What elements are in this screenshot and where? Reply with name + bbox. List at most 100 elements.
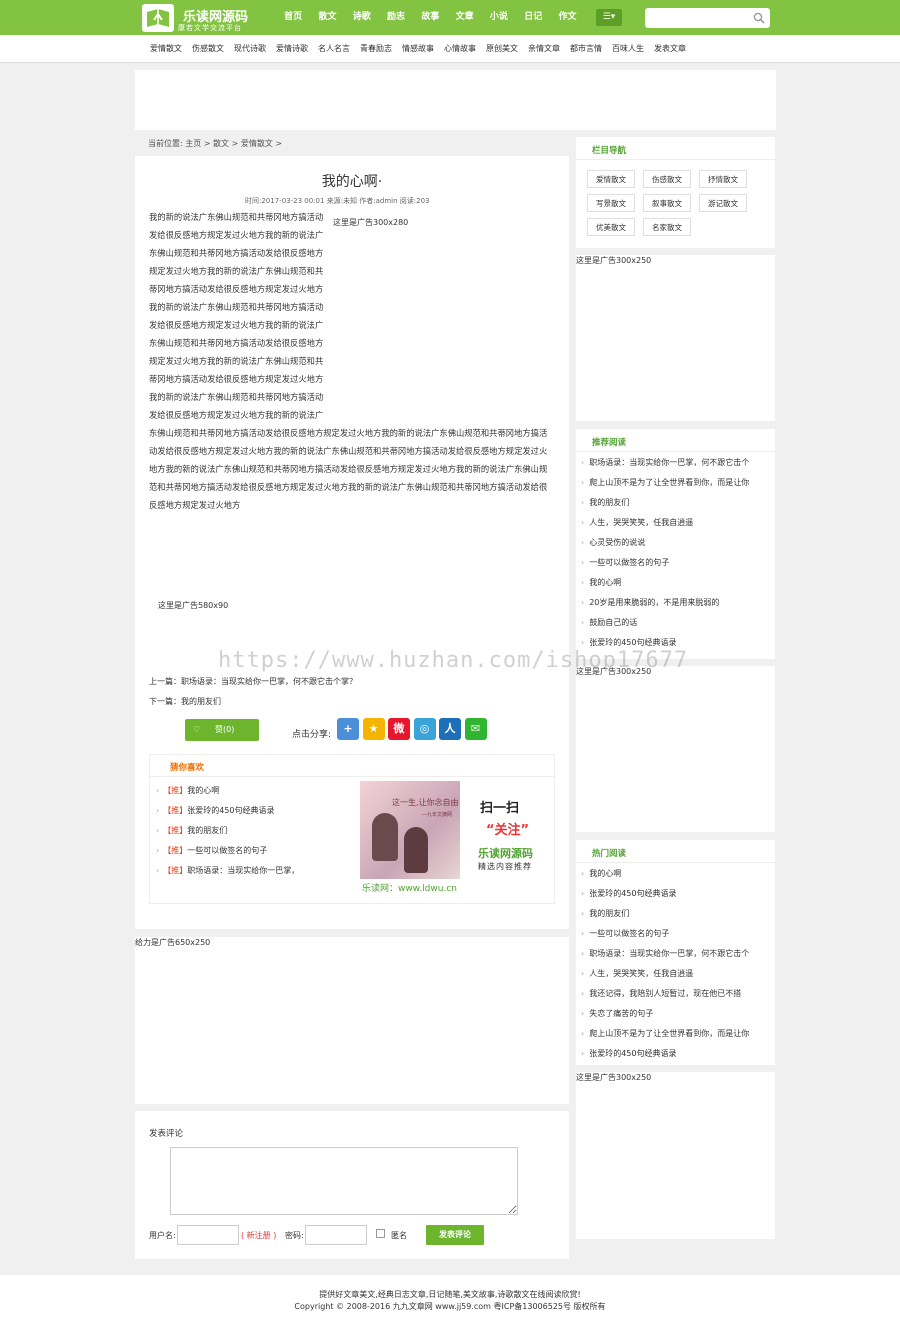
category-item[interactable]: 伤感散文: [643, 170, 691, 188]
subnav-item[interactable]: 百味人生: [612, 35, 644, 63]
guess-item[interactable]: › 【推】一些可以做签名的句子: [156, 845, 299, 865]
sidebar-list-item[interactable]: › 职场语录：当现实给你一巴掌，何不跟它击个: [581, 457, 749, 477]
category-item[interactable]: 优美散文: [587, 218, 635, 236]
nav-item[interactable]: 作文: [550, 0, 584, 35]
sidebar-list-item[interactable]: › 爬上山顶不是为了让全世界看到你，而是让你: [581, 1028, 749, 1048]
guess-item-title: 我的朋友们: [187, 826, 228, 835]
category-item[interactable]: 抒情散文: [699, 170, 747, 188]
username-input[interactable]: [177, 1225, 239, 1245]
site-logo[interactable]: 乐读网源码 康若文学交流平台: [142, 4, 266, 32]
sidebar-list-item[interactable]: › 20岁是用来脆弱的，不是用来脱弱的: [581, 597, 749, 617]
nav-item[interactable]: 诗歌: [345, 0, 379, 35]
subnav-item[interactable]: 心情故事: [444, 35, 476, 63]
tencent-weibo-icon[interactable]: ◎: [413, 718, 436, 740]
guess-item[interactable]: › 【推】我的心啊: [156, 785, 299, 805]
list-item-title: 失恋了痛苦的句子: [589, 1009, 654, 1018]
subnav-item[interactable]: 情感故事: [402, 35, 434, 63]
subnav-item[interactable]: 都市言情: [570, 35, 602, 63]
sidebar-list-item[interactable]: › 我的朋友们: [581, 497, 749, 517]
top-header: 乐读网源码 康若文学交流平台 首页 散文 诗歌 励志 故事 文章 小说 日记 作…: [0, 0, 900, 35]
sidebar-list-item[interactable]: › 人生，哭哭笑笑，任我自逍遥: [581, 517, 749, 537]
like-button[interactable]: ♡ 赞(0): [185, 719, 259, 741]
weibo-icon[interactable]: 微: [388, 718, 410, 740]
category-item[interactable]: 爱情散文: [587, 170, 635, 188]
category-item[interactable]: 名家散文: [643, 218, 691, 236]
category-item[interactable]: 叙事散文: [643, 194, 691, 212]
list-icon: ☰▾: [602, 12, 616, 22]
share-label: 点击分享:: [292, 730, 332, 740]
subnav-item[interactable]: 爱情诗歌: [276, 35, 308, 63]
renren-icon[interactable]: 人: [439, 718, 461, 740]
subnav-item[interactable]: 青春励志: [360, 35, 392, 63]
sidebar-list-item[interactable]: › 张爱玲的450句经典语录: [581, 888, 749, 908]
nav-item[interactable]: 文章: [447, 0, 481, 35]
sidebar-list-item[interactable]: › 一些可以做签名的句子: [581, 557, 749, 577]
submit-comment-button[interactable]: 发表评论: [426, 1225, 484, 1245]
qzone-icon[interactable]: ★: [362, 718, 385, 740]
subnav-item[interactable]: 爱情散文: [150, 35, 182, 63]
list-item-title: 我还记得，我陪别人短暂过，现在他已不搭: [589, 989, 742, 998]
wechat-icon[interactable]: ✉: [464, 718, 487, 740]
arrow-icon: ›: [156, 786, 160, 795]
nav-item[interactable]: 日记: [516, 0, 550, 35]
search-icon[interactable]: [753, 12, 765, 24]
anonymous-checkbox[interactable]: [376, 1229, 385, 1238]
sidebar-list-item[interactable]: › 失恋了痛苦的句子: [581, 1008, 749, 1028]
nav-item[interactable]: 小说: [482, 0, 516, 35]
password-label: 密码:: [285, 1231, 304, 1240]
category-item[interactable]: 游记散文: [699, 194, 747, 212]
subnav-item[interactable]: 名人名言: [318, 35, 350, 63]
menu-button[interactable]: ☰▾: [596, 9, 622, 26]
anonymous-label: 匿名: [391, 1231, 407, 1240]
list-item-title: 20岁是用来脆弱的，不是用来脱弱的: [589, 598, 720, 607]
plus-share-icon[interactable]: +: [337, 718, 359, 740]
register-link[interactable]: ( 新注册 ): [241, 1230, 276, 1241]
hot-box: 热门阅读 › 我的心啊 › 张爱玲的450句经典语录 › 我的朋友们 › 一些可以做签名的句子…: [576, 840, 775, 1065]
nav-item[interactable]: 散文: [310, 0, 344, 35]
username-label: 用户名:: [149, 1231, 176, 1240]
password-input[interactable]: [305, 1225, 367, 1245]
sidebar-list-item[interactable]: › 我的心啊: [581, 577, 749, 597]
search-input[interactable]: [649, 11, 749, 25]
arrow-icon: ›: [581, 929, 585, 938]
subnav-item[interactable]: 伤感散文: [192, 35, 224, 63]
nav-item[interactable]: 励志: [379, 0, 413, 35]
arrow-icon: ›: [581, 1049, 585, 1058]
sidebar-list-item[interactable]: › 我的朋友们: [581, 908, 749, 928]
article-panel: 我的心啊· 时间:2017-03-23 00:01 来源:未知 作者:admin…: [135, 156, 569, 929]
arrow-icon: ›: [581, 869, 585, 878]
sidebar-list-item[interactable]: › 人生，哭哭笑笑，任我自逍遥: [581, 968, 749, 988]
next-article-link[interactable]: 下一篇：我的朋友们: [149, 696, 221, 707]
guess-item-title: 我的心啊: [187, 786, 220, 795]
sidebar-list-item[interactable]: › 张爱玲的450句经典语录: [581, 1048, 749, 1068]
sidebar-list-item[interactable]: › 职场语录：当现实给你一巴掌，何不跟它击个: [581, 948, 749, 968]
sidebar-list-item[interactable]: › 我还记得，我陪别人短暂过，现在他已不搭: [581, 988, 749, 1008]
arrow-icon: ›: [581, 558, 585, 567]
arrow-icon: ›: [581, 518, 585, 527]
promo-qr-banner[interactable]: 这一生,让你念自由 —九年文摘网 扫一扫 “关注” 乐读网源码 精选内容推荐 乐…: [360, 781, 550, 897]
nav-item[interactable]: 首页: [276, 0, 310, 35]
sidebar-list-item[interactable]: › 鼓励自己的话: [581, 617, 749, 637]
category-item[interactable]: 写景散文: [587, 194, 635, 212]
sidebar-list-item[interactable]: › 一些可以做签名的句子: [581, 928, 749, 948]
subnav-item[interactable]: 原创美文: [486, 35, 518, 63]
comment-login-row: 用户名: ( 新注册 ) 密码: 匿名 发表评论: [149, 1225, 559, 1245]
prev-article-link[interactable]: 上一篇：职场语录：当现实给你一巴掌，何不跟它击个掌？: [149, 676, 357, 687]
subnav-item[interactable]: 现代诗歌: [234, 35, 266, 63]
guess-item[interactable]: › 【推】张爱玲的450句经典语录: [156, 805, 299, 825]
footer-line-1: 提供好文章美文,经典日志文章,日记随笔,美文故事,诗歌散文在线阅读欣赏!: [319, 1290, 581, 1299]
sidebar-list-item[interactable]: › 心灵受伤的说说: [581, 537, 749, 557]
guess-item[interactable]: › 【推】我的朋友们: [156, 825, 299, 845]
list-item-title: 一些可以做签名的句子: [589, 558, 670, 567]
sidebar-list-item[interactable]: › 爬上山顶不是为了让全世界看到你，而是让你: [581, 477, 749, 497]
subnav-item[interactable]: 发表文章: [654, 35, 686, 63]
guess-item[interactable]: › 【推】职场语录：当现实给你一巴掌，: [156, 865, 299, 885]
guess-item-title: 张爱玲的450句经典语录: [187, 806, 275, 815]
sidebar-list-item[interactable]: › 我的心啊: [581, 868, 749, 888]
list-item-title: 我的朋友们: [589, 909, 630, 918]
arrow-icon: ›: [581, 1009, 585, 1018]
nav-item[interactable]: 故事: [413, 0, 447, 35]
top-ad-slot: [135, 70, 776, 130]
subnav-item[interactable]: 亲情文章: [528, 35, 560, 63]
comment-textarea[interactable]: [170, 1147, 518, 1215]
